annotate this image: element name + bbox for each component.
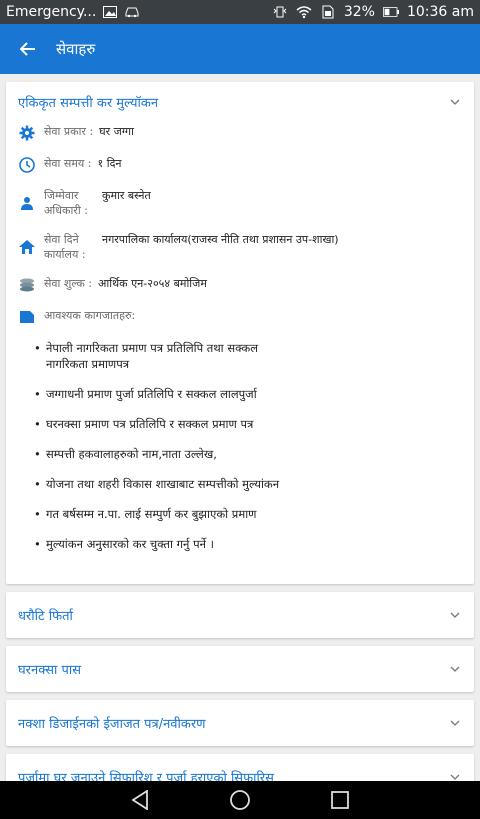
field-label: सेवा शुल्क : (44, 277, 92, 290)
system-nav-bar (0, 781, 480, 819)
field-service-time: सेवा समय : १ दिन (6, 154, 474, 176)
field-value: १ दिन (97, 157, 122, 170)
page-title: सेवाहरु (56, 40, 96, 58)
battery-icon (382, 5, 399, 19)
clock-icon (18, 156, 36, 174)
field-label: सेवा समय : (44, 157, 92, 170)
wifi-icon (296, 5, 312, 19)
nav-home-button[interactable] (228, 788, 252, 812)
arrow-left-icon (20, 42, 35, 56)
list-item: जग्गाधनी प्रमाण पुर्जा प्रतिलिपि र सक्कल… (34, 386, 462, 402)
field-service-office: सेवा दिने कार्यालय : नगरपालिका कार्यालय(… (6, 230, 474, 264)
car-icon (124, 5, 140, 19)
field-value: आर्थिक एन-२०५४ बमोजिम (98, 277, 207, 290)
service-card-title: घरनक्सा पास (18, 663, 82, 678)
home-icon (18, 238, 36, 256)
field-value: कुमार बस्नेत (102, 189, 151, 202)
service-card[interactable]: पुर्जामा घर जनाउने सिफारिश र पुर्जा हराए… (6, 754, 474, 781)
chevron-down-icon[interactable] (448, 770, 462, 781)
service-card-expanded: एकिकृत सम्पत्ती कर मुल्यॉकन सेवा प्रकार … (6, 82, 474, 584)
person-icon (18, 194, 36, 212)
service-card-title: धरौटि फिर्ता (18, 609, 73, 624)
list-item: सम्पत्ती हकवालाहरुको नाम,नाता उल्लेख, (34, 446, 462, 462)
services-list[interactable]: एकिकृत सम्पत्ती कर मुल्यॉकन सेवा प्रकार … (0, 74, 480, 781)
notification-text: Emergency... (6, 4, 97, 20)
chevron-up-icon[interactable] (448, 95, 462, 109)
list-item: मुल्यांकन अनुसारको कर चुक्ता गर्नु पर्ने… (34, 536, 462, 552)
battery-percent: 32% (343, 4, 375, 20)
field-value: घर जग्गा (99, 125, 134, 138)
nav-back-button[interactable] (128, 788, 152, 812)
circle-home-icon (230, 790, 250, 810)
service-card-title: पुर्जामा घर जनाउने सिफारिश र पुर्जा हराए… (18, 771, 274, 781)
gear-icon (18, 124, 36, 142)
document-icon (18, 308, 36, 326)
field-required-docs: आवश्यक कागजातहरु: (6, 306, 474, 328)
chevron-down-icon[interactable] (448, 662, 462, 676)
field-service-fee: सेवा शुल्क : आर्थिक एन-२०५४ बमोजिम (6, 274, 474, 296)
service-card-header[interactable]: एकिकृत सम्पत्ती कर मुल्यॉकन (6, 82, 474, 122)
app-bar: सेवाहरु (0, 24, 480, 74)
status-bar: Emergency... 32% 10:36 am (0, 0, 480, 24)
service-card[interactable]: घरनक्सा पास (6, 646, 474, 692)
vibrate-icon (272, 5, 288, 19)
list-item: घरनक्सा प्रमाण पत्र प्रतिलिपि र सक्कल प्… (34, 416, 462, 432)
triangle-back-icon (131, 790, 148, 810)
list-item: योजना तथा शहरी विकास शाखाबाट सम्पत्तीको … (34, 476, 462, 492)
back-button[interactable] (0, 24, 56, 74)
field-label: जिम्मेवार अधिकारी : (44, 189, 88, 217)
field-label: सेवा दिने कार्यालय : (44, 233, 86, 261)
service-card-title: एकिकृत सम्पत्ती कर मुल्यॉकन (18, 96, 159, 111)
field-label: सेवा प्रकार : (44, 125, 94, 138)
service-card-title: नक्शा डिजाईनको ईजाजत पत्र/नवीकरण (18, 717, 206, 732)
required-docs-list: नेपाली नागरिकता प्रमाण पत्र प्रतिलिपि तथ… (6, 340, 474, 552)
field-service-type: सेवा प्रकार : घर जग्गा (6, 122, 474, 144)
square-recents-icon (331, 791, 349, 809)
service-card[interactable]: नक्शा डिजाईनको ईजाजत पत्र/नवीकरण (6, 700, 474, 746)
chevron-down-icon[interactable] (448, 716, 462, 730)
sim-icon (320, 5, 336, 19)
chevron-down-icon[interactable] (448, 608, 462, 622)
field-responsible-officer: जिम्मेवार अधिकारी : कुमार बस्नेत (6, 186, 474, 220)
nav-recents-button[interactable] (328, 788, 352, 812)
required-docs-label: आवश्यक कागजातहरु: (44, 309, 136, 322)
field-value: नगरपालिका कार्यालय(राजस्व नीति तथा प्रशा… (102, 233, 339, 246)
image-icon (102, 5, 118, 19)
list-item: नेपाली नागरिकता प्रमाण पत्र प्रतिलिपि तथ… (34, 340, 462, 372)
clock-time: 10:36 am (406, 4, 474, 20)
service-card[interactable]: धरौटि फिर्ता (6, 592, 474, 638)
coins-icon (18, 276, 36, 294)
list-item: गत बर्षसम्म न.पा. लाई सम्पुर्ण कर बुझाएक… (34, 506, 462, 522)
